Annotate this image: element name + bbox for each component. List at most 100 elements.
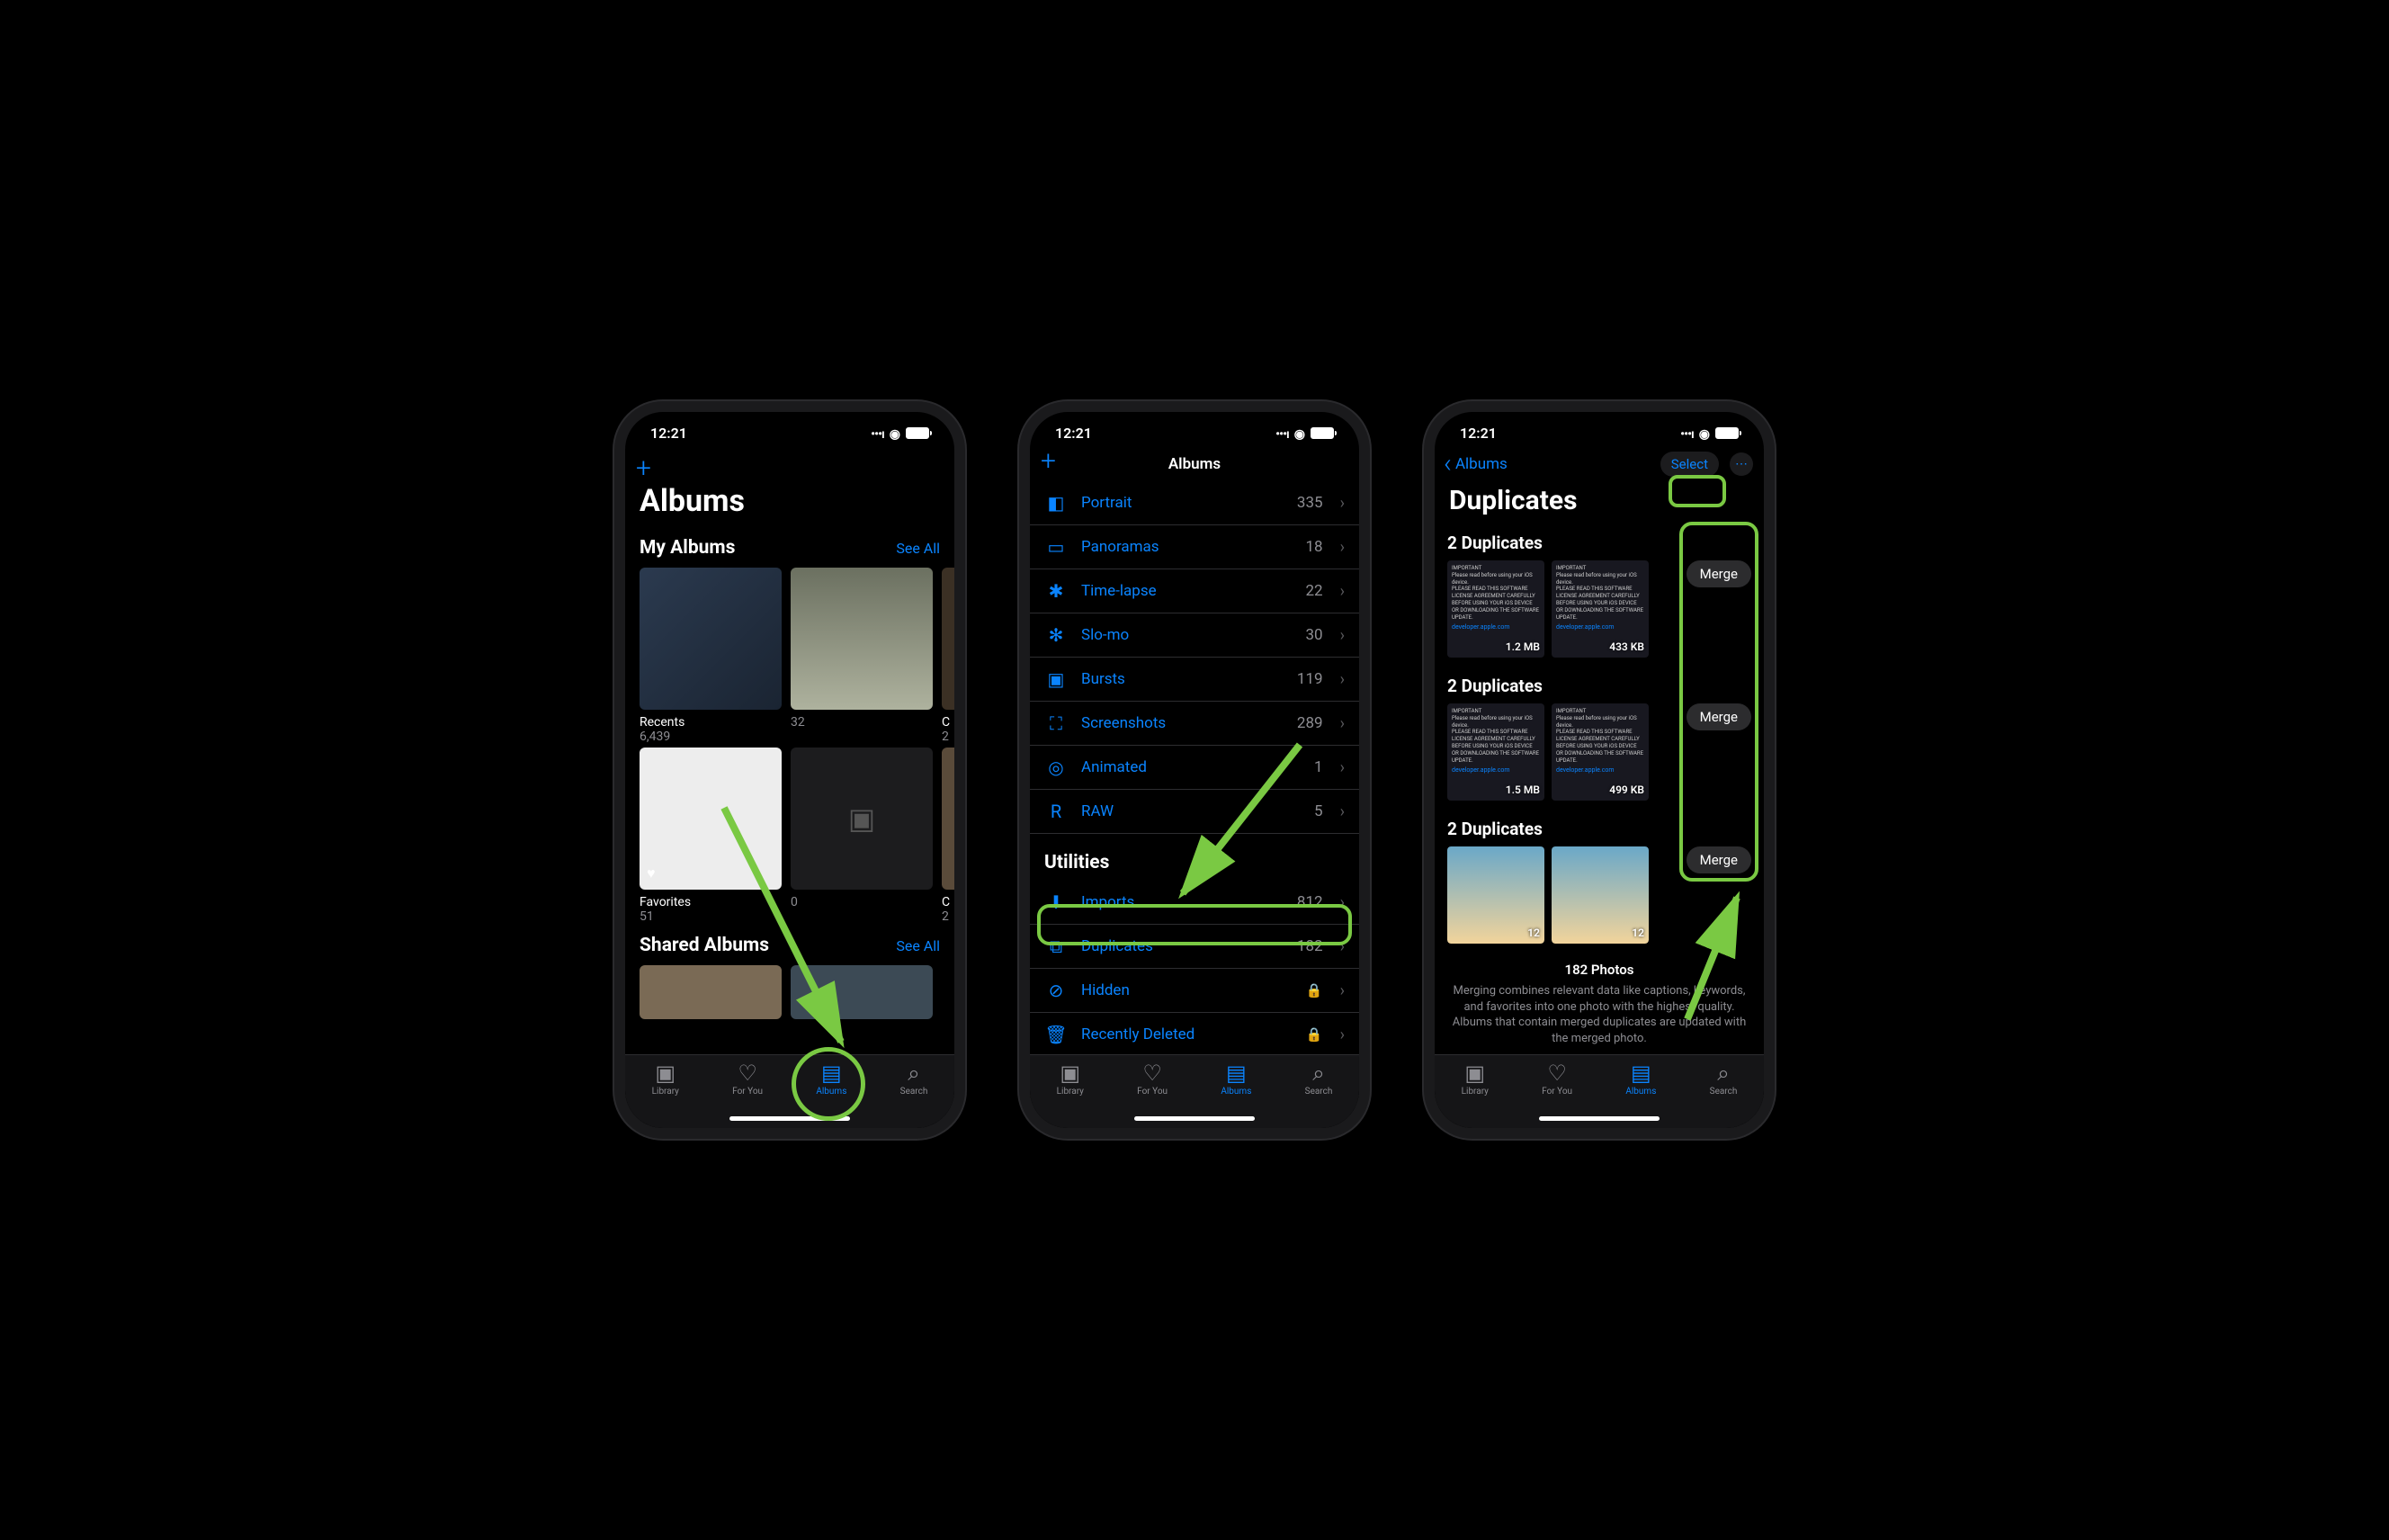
utility-row-duplicates[interactable]: ⧉ Duplicates 182 › [1030,925,1359,969]
home-indicator[interactable] [729,1116,850,1121]
home-indicator[interactable] [1134,1116,1255,1121]
duplicate-thumb[interactable]: IMPORTANTPlease read before using your i… [1552,560,1649,658]
back-button[interactable]: Albums [1444,455,1508,473]
home-indicator[interactable] [1539,1116,1660,1121]
phone-duplicates: 12:21 Albums Select ⋯ Duplicates 2 Dupli… [1424,401,1775,1139]
content: ◧ Portrait 335 ›▭ Panoramas 18 ›✱ Time-l… [1030,481,1359,1082]
chevron-right-icon: › [1340,582,1345,601]
merge-button[interactable]: Merge [1687,560,1751,587]
duplicates-scroll[interactable]: 2 Duplicates IMPORTANTPlease read before… [1435,524,1764,1060]
duplicate-thumb[interactable]: 12 [1552,846,1649,944]
row-label: Time-lapse [1081,582,1292,600]
page-title: Albums [625,483,954,526]
shared-grid [625,965,954,1019]
file-size: 12 [1632,927,1644,939]
row-count: 335 [1297,494,1323,512]
row-count: 812 [1297,893,1323,911]
duplicate-thumb[interactable]: IMPORTANTPlease read before using your i… [1552,703,1649,801]
media-type-row-animated[interactable]: ◎ Animated 1 › [1030,746,1359,790]
wifi-icon [890,425,900,442]
utility-row-imports[interactable]: ⬇ Imports 812 › [1030,881,1359,925]
chevron-right-icon: › [1340,1025,1345,1044]
phone-albums-list: 12:21 + Albums ◧ Portrait 335 ›▭ Panoram… [1019,401,1370,1139]
search-icon: ⌕ [908,1062,919,1084]
shared-album[interactable] [640,965,782,1019]
utility-row-recently-deleted[interactable]: 🗑 Recently Deleted 🔒 › [1030,1013,1359,1057]
library-icon: ▣ [655,1062,676,1084]
more-button[interactable]: ⋯ [1730,452,1753,476]
lock-icon: 🔒 [1306,1026,1323,1043]
signal-icon [1680,425,1694,442]
file-size: 1.2 MB [1506,640,1540,653]
row-label: RAW [1081,802,1301,820]
media-type-row-raw[interactable]: R RAW 5 › [1030,790,1359,834]
album-favorites[interactable]: ♥ Favorites 51 [640,748,782,924]
row-label: Portrait [1081,494,1284,512]
media-type-row-screenshots[interactable]: ⛶ Screenshots 289 › [1030,702,1359,746]
chevron-right-icon: › [1340,626,1345,645]
row-count: 22 [1305,582,1322,600]
row-label: Duplicates [1081,937,1284,955]
media-type-row-bursts[interactable]: ▣ Bursts 119 › [1030,658,1359,702]
media-type-row-portrait[interactable]: ◧ Portrait 335 › [1030,481,1359,525]
file-size: 12 [1527,927,1540,939]
albums-icon: ▤ [1226,1062,1247,1084]
album-item-partial[interactable]: C 2 [942,748,954,924]
merge-button[interactable]: Merge [1687,703,1751,730]
group-title: 2 Duplicates [1447,667,1751,703]
search-icon: ⌕ [1312,1062,1324,1084]
nav-header: Albums Select ⋯ [1435,447,1764,481]
duplicate-group: 2 Duplicates IMPORTANTPlease read before… [1435,524,1764,667]
duplicate-thumb[interactable]: IMPORTANTPlease read before using your i… [1447,703,1544,801]
tab-library[interactable]: ▣Library [1057,1062,1084,1128]
row-label: Slo-mo [1081,626,1292,644]
heart-icon: ♡ [1142,1062,1162,1084]
row-count: 18 [1305,538,1322,556]
my-albums-header: My Albums See All [625,526,954,568]
add-album-button[interactable]: + [1041,445,1056,477]
utility-row-hidden[interactable]: ⊘ Hidden 🔒 › [1030,969,1359,1013]
file-size: 1.5 MB [1506,783,1540,796]
tab-search[interactable]: ⌕Search [1305,1062,1333,1128]
album-item-partial[interactable]: C 2 [942,568,954,744]
status-icons [1680,425,1739,442]
portrait-icon: ◧ [1044,491,1068,515]
merge-button[interactable]: Merge [1687,846,1751,873]
row-label: Hidden [1081,981,1293,999]
signal-icon [1275,425,1289,442]
library-icon: ▣ [1060,1062,1080,1084]
chevron-right-icon: › [1340,802,1345,821]
album-recents[interactable]: Recents 6,439 [640,568,782,744]
duplicate-thumb[interactable]: IMPORTANTPlease read before using your i… [1447,560,1544,658]
library-icon: ▣ [1464,1062,1485,1084]
tab-library[interactable]: ▣Library [1462,1062,1489,1128]
select-button[interactable]: Select [1660,452,1719,477]
group-title: 2 Duplicates [1447,810,1751,846]
tab-search[interactable]: ⌕Search [900,1062,928,1128]
scroll-list[interactable]: ◧ Portrait 335 ›▭ Panoramas 18 ›✱ Time-l… [1030,481,1359,1082]
album-grid-row1: Recents 6,439 32 C 2 [625,568,954,744]
tab-search[interactable]: ⌕Search [1710,1062,1738,1128]
add-album-button[interactable]: + [636,452,651,484]
album-item[interactable]: 32 [791,568,933,744]
bursts-icon: ▣ [1044,667,1068,691]
status-time: 12:21 [1055,425,1092,442]
album-empty[interactable]: ▣ 0 [791,748,933,924]
status-time: 12:21 [650,425,687,442]
tab-library[interactable]: ▣Library [652,1062,679,1128]
shared-album[interactable] [791,965,933,1019]
raw-icon: R [1044,800,1068,823]
wifi-icon [1699,425,1710,442]
shared-albums-header: Shared Albums See All [625,924,954,965]
media-type-row-panoramas[interactable]: ▭ Panoramas 18 › [1030,525,1359,569]
chevron-right-icon: › [1340,538,1345,557]
duplicate-group: 2 Duplicates IMPORTANTPlease read before… [1435,667,1764,810]
media-type-row-slo-mo[interactable]: ✻ Slo-mo 30 › [1030,613,1359,658]
photo-count: 182 Photos [1435,962,1764,978]
see-all-button[interactable]: See All [896,540,940,557]
duplicate-thumb[interactable]: 12 [1447,846,1544,944]
scroll-content[interactable]: + Albums My Albums See All Recents 6,439… [625,447,954,1082]
row-count: 5 [1314,802,1323,820]
media-type-row-time-lapse[interactable]: ✱ Time-lapse 22 › [1030,569,1359,613]
see-all-button[interactable]: See All [896,937,940,954]
